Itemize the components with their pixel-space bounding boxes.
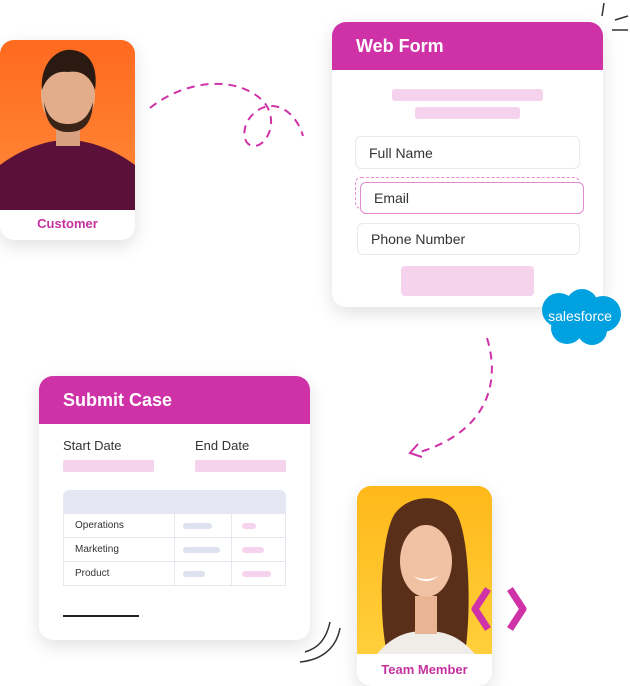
salesforce-logo-text: salesforce: [548, 308, 612, 324]
signature-line: [63, 615, 139, 617]
cell-bar: [183, 571, 205, 577]
table-header: [63, 490, 286, 513]
phone-number-field[interactable]: Phone Number: [357, 223, 580, 255]
cell-bar: [183, 523, 212, 529]
customer-photo: [0, 40, 135, 210]
case-table: Operations Marketing Product: [63, 490, 286, 586]
row-label: Operations: [63, 513, 175, 538]
cell-bar: [183, 547, 220, 553]
customer-card: Customer: [0, 40, 135, 240]
cell-bar: [242, 523, 256, 529]
row-label: Product: [63, 561, 175, 586]
table-row: Operations: [63, 513, 286, 538]
cell-bar: [242, 571, 271, 577]
table-row: Marketing: [63, 537, 286, 562]
submit-button[interactable]: [401, 266, 534, 296]
start-date-field[interactable]: [63, 460, 154, 472]
end-date-label: End Date: [195, 438, 250, 453]
submit-case-title: Submit Case: [39, 376, 310, 424]
table-row: Product: [63, 561, 286, 586]
cell-bar: [242, 547, 264, 553]
code-chevrons-icon: [471, 587, 527, 631]
start-date-label: Start Date: [63, 438, 122, 453]
end-date-field[interactable]: [195, 460, 286, 472]
salesforce-logo: salesforce: [537, 288, 623, 346]
placeholder-bar: [415, 107, 520, 119]
team-member-label: Team Member: [381, 662, 468, 677]
customer-label: Customer: [37, 216, 98, 231]
row-label: Marketing: [63, 537, 175, 562]
full-name-field[interactable]: Full Name: [355, 136, 580, 169]
email-field[interactable]: Email: [360, 182, 584, 214]
web-form-title: Web Form: [332, 22, 603, 70]
submit-case-card: Submit Case Start Date End Date Operatio…: [39, 376, 310, 640]
placeholder-bar: [392, 89, 543, 101]
web-form-card: Web Form Full Name Email Phone Number: [332, 22, 603, 307]
